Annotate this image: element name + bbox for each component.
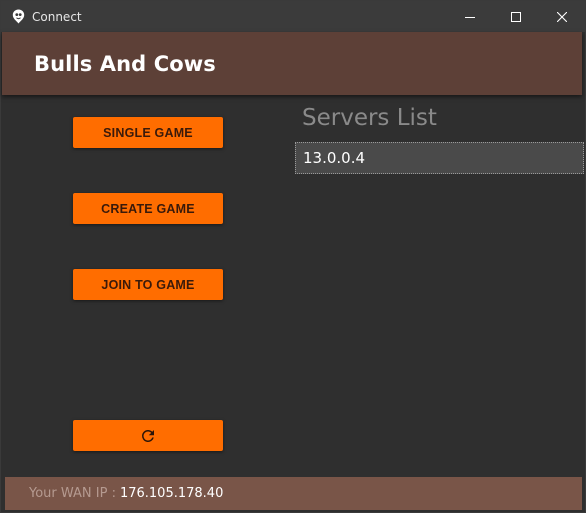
title-bar[interactable]: Connect — [1, 1, 585, 32]
window-title: Connect — [32, 9, 82, 24]
join-game-button[interactable]: JOIN TO GAME — [73, 269, 223, 300]
refresh-button[interactable] — [73, 420, 223, 451]
wan-ip-label: Your WAN IP : — [29, 486, 116, 501]
maximize-button[interactable] — [493, 1, 539, 32]
create-game-label: CREATE GAME — [101, 201, 195, 216]
create-game-button[interactable]: CREATE GAME — [73, 193, 223, 224]
connect-window: Connect Bulls And Cows SINGLE GAME CREAT… — [0, 0, 586, 513]
app-bar: Bulls And Cows — [2, 32, 582, 95]
join-game-label: JOIN TO GAME — [101, 277, 195, 292]
app-logo-icon — [11, 9, 25, 25]
server-list-item[interactable]: 13.0.0.4 — [295, 142, 584, 174]
minimize-icon — [465, 16, 475, 18]
maximize-icon — [511, 11, 521, 22]
servers-list-heading: Servers List — [302, 105, 437, 131]
single-game-label: SINGLE GAME — [103, 125, 193, 140]
wan-ip-footer: Your WAN IP : 176.105.178.40 — [5, 477, 582, 510]
minimize-button[interactable] — [447, 1, 493, 32]
single-game-button[interactable]: SINGLE GAME — [73, 117, 223, 148]
refresh-icon — [142, 429, 154, 442]
app-title: Bulls And Cows — [34, 51, 216, 76]
close-button[interactable] — [539, 1, 585, 32]
wan-ip-value: 176.105.178.40 — [119, 486, 224, 501]
window-controls — [447, 1, 585, 32]
close-icon — [557, 11, 567, 22]
